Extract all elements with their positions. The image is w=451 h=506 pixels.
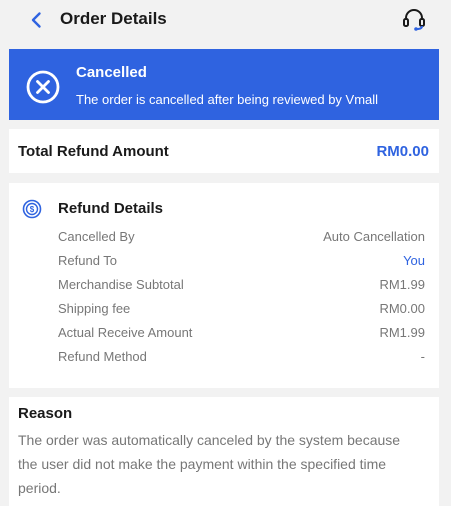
refund-row-refund-method: Refund Method - <box>58 349 425 369</box>
refund-row-cancelled-by: Cancelled By Auto Cancellation <box>58 229 425 249</box>
refund-to-link[interactable]: You <box>403 253 425 268</box>
coin-icon: $ <box>22 199 42 219</box>
svg-text:$: $ <box>30 205 35 214</box>
reason-title: Reason <box>18 405 73 422</box>
chevron-left-icon[interactable] <box>28 11 46 29</box>
refund-details-title: Refund Details <box>58 200 164 217</box>
total-refund-value: RM0.00 <box>376 143 429 160</box>
header-bar: Order Details <box>0 0 451 40</box>
row-label: Merchandise Subtotal <box>58 277 184 292</box>
status-title: Cancelled <box>76 64 147 81</box>
row-label: Cancelled By <box>58 229 135 244</box>
page-title: Order Details <box>60 9 167 28</box>
refund-details-card: $ Refund Details Cancelled By Auto Cance… <box>9 183 439 388</box>
row-value: - <box>420 349 425 364</box>
row-label: Actual Receive Amount <box>58 325 193 340</box>
total-refund-card: Total Refund Amount RM0.00 <box>9 129 439 173</box>
refund-row-shipping-fee: Shipping fee RM0.00 <box>58 301 425 321</box>
reason-text: The order was automatically canceled by … <box>18 432 401 496</box>
row-value: Auto Cancellation <box>323 229 425 244</box>
row-value: RM1.99 <box>379 325 425 340</box>
headset-icon[interactable] <box>400 7 428 33</box>
reason-card: Reason The order was automatically cance… <box>9 397 439 506</box>
total-refund-label: Total Refund Amount <box>18 143 169 160</box>
row-value: RM1.99 <box>379 277 425 292</box>
row-value: RM0.00 <box>379 301 425 316</box>
refund-row-actual-receive-amount: Actual Receive Amount RM1.99 <box>58 325 425 345</box>
row-label: Shipping fee <box>58 301 131 316</box>
status-banner: Cancelled The order is cancelled after b… <box>9 49 439 120</box>
x-circle-icon <box>26 70 60 104</box>
status-description: The order is cancelled after being revie… <box>76 92 379 107</box>
row-label: Refund Method <box>58 349 147 364</box>
row-label: Refund To <box>58 253 118 268</box>
refund-row-merchandise-subtotal: Merchandise Subtotal RM1.99 <box>58 277 425 297</box>
refund-row-refund-to: Refund To You <box>58 253 425 273</box>
